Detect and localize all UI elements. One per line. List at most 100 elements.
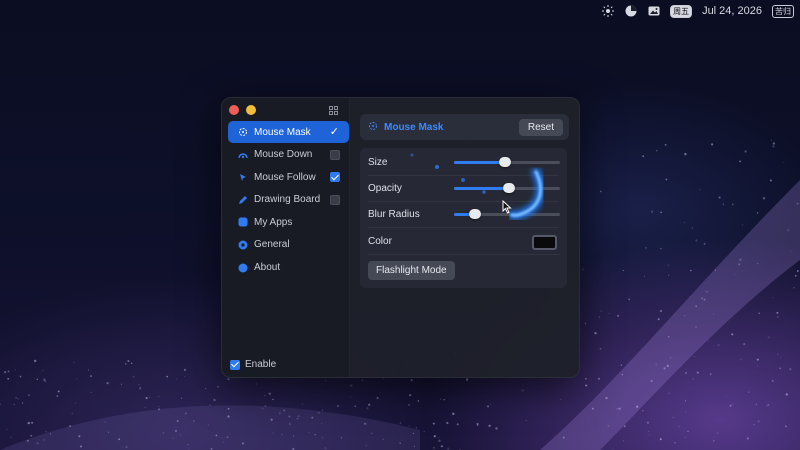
- wallpaper-particle: [657, 318, 660, 321]
- enable-checkbox[interactable]: [230, 359, 240, 370]
- wallpaper-particle: [743, 343, 746, 346]
- wallpaper-particle: [717, 343, 720, 347]
- wallpaper-particle: [180, 397, 183, 399]
- blur-radius-row: Blur Radius: [368, 201, 560, 228]
- wallpaper-particle: [437, 437, 439, 439]
- wallpaper-particle: [766, 405, 768, 407]
- wallpaper-particle: [612, 447, 614, 449]
- wallpaper-particle: [796, 202, 799, 205]
- wallpaper-particle: [45, 431, 48, 433]
- sidebar-item-drawing-board[interactable]: Drawing Board: [228, 189, 349, 211]
- wallpaper-particle: [89, 375, 93, 378]
- wallpaper-particle: [600, 310, 603, 312]
- wallpaper-particle: [26, 439, 29, 442]
- wallpaper-particle: [382, 438, 384, 441]
- mouse-down-checkbox[interactable]: [330, 149, 340, 160]
- brightness-icon[interactable]: [601, 5, 614, 18]
- wallpaper-particle: [205, 387, 207, 390]
- wallpaper-particle: [668, 316, 670, 318]
- wallpaper-particle: [321, 423, 323, 425]
- wallpaper-particle: [364, 422, 367, 425]
- slider-thumb[interactable]: [503, 183, 516, 193]
- wallpaper-particle: [729, 404, 732, 407]
- minimize-button[interactable]: [246, 105, 256, 115]
- wallpaper-particle: [193, 420, 195, 422]
- wallpaper-particle: [623, 440, 625, 442]
- wallpaper-particle: [739, 258, 742, 261]
- wallpaper-particle: [132, 375, 135, 378]
- wallpaper-particle: [321, 409, 323, 411]
- mouse-follow-icon: [238, 172, 248, 182]
- wallpaper-particle: [222, 441, 224, 443]
- slider-thumb[interactable]: [498, 157, 511, 167]
- wallpaper-particle: [361, 379, 364, 382]
- wallpaper-particle: [227, 407, 230, 410]
- wallpaper-particle: [748, 391, 750, 393]
- wallpaper-particle: [148, 396, 150, 398]
- slider-thumb[interactable]: [469, 209, 482, 219]
- size-row: Size: [368, 149, 560, 176]
- size-slider[interactable]: [454, 157, 560, 167]
- wallpaper-particle: [621, 374, 624, 376]
- opacity-slider[interactable]: [454, 183, 560, 193]
- wallpaper-particle: [607, 424, 610, 427]
- wallpaper-particle: [718, 196, 721, 199]
- mouse-follow-checkbox[interactable]: [330, 172, 340, 183]
- wallpaper-particle: [311, 416, 314, 419]
- wallpaper-particle: [713, 313, 715, 315]
- wallpaper-particle: [432, 446, 436, 449]
- wallpaper-particle: [270, 418, 273, 421]
- wallpaper-particle: [296, 417, 299, 420]
- wallpaper-particle: [731, 203, 734, 206]
- wallpaper-particle: [598, 316, 601, 319]
- wallpaper-particle: [17, 397, 19, 400]
- close-button[interactable]: [229, 105, 239, 115]
- page-title: Mouse Mask: [384, 121, 444, 133]
- sidebar-item-mouse-mask[interactable]: Mouse Mask ✓: [228, 121, 349, 143]
- wallpaper-particle: [317, 411, 320, 414]
- wallpaper-particle: [354, 405, 357, 408]
- wallpaper-particle: [44, 380, 47, 383]
- wallpaper-particle: [486, 405, 490, 408]
- info-icon: [238, 263, 248, 273]
- sidebar-item-my-apps[interactable]: My Apps: [228, 211, 349, 233]
- menu-bar-date[interactable]: Jul 24, 2026: [702, 5, 762, 17]
- wallpaper-particle: [440, 398, 442, 400]
- wallpaper-particle: [599, 190, 602, 193]
- flashlight-mode-button[interactable]: Flashlight Mode: [368, 261, 455, 280]
- wallpaper-particle: [56, 395, 59, 397]
- wallpaper-particle: [175, 430, 177, 432]
- wallpaper-particle: [771, 379, 774, 383]
- wallpaper-particle: [598, 377, 600, 380]
- wallpaper-particle: [608, 312, 610, 314]
- wallpaper-particle: [622, 270, 624, 272]
- sidebar-item-about[interactable]: About: [228, 257, 349, 279]
- checkmark-icon[interactable]: ✓: [330, 125, 339, 138]
- wallpaper-particle: [118, 438, 121, 441]
- wallpaper-particle: [447, 447, 450, 450]
- wallpaper-particle: [268, 392, 271, 395]
- photo-icon[interactable]: [647, 5, 660, 18]
- enable-toggle[interactable]: Enable: [230, 359, 276, 370]
- drawing-board-checkbox[interactable]: [330, 194, 340, 205]
- wallpaper-particle: [696, 371, 699, 374]
- pie-chart-icon[interactable]: [624, 5, 637, 18]
- wallpaper-particle: [272, 432, 274, 434]
- wallpaper-particle: [10, 436, 12, 439]
- wallpaper-particle: [642, 155, 645, 158]
- wallpaper-particle: [655, 363, 658, 366]
- grid-icon[interactable]: [329, 106, 338, 115]
- wallpaper-particle: [43, 378, 46, 381]
- wallpaper-particle: [410, 379, 413, 382]
- color-swatch[interactable]: [532, 235, 557, 250]
- wallpaper-particle: [796, 270, 799, 272]
- reset-button[interactable]: Reset: [518, 118, 563, 136]
- wallpaper-particle: [15, 397, 17, 399]
- sidebar-item-general[interactable]: General: [228, 234, 349, 256]
- wallpaper-particle: [756, 212, 759, 214]
- wallpaper-particle: [264, 404, 267, 408]
- sidebar-item-mouse-down[interactable]: Mouse Down: [228, 144, 349, 166]
- wallpaper-particle: [34, 359, 37, 363]
- wallpaper-particle: [438, 439, 441, 442]
- sidebar-item-mouse-follow[interactable]: Mouse Follow: [228, 166, 349, 188]
